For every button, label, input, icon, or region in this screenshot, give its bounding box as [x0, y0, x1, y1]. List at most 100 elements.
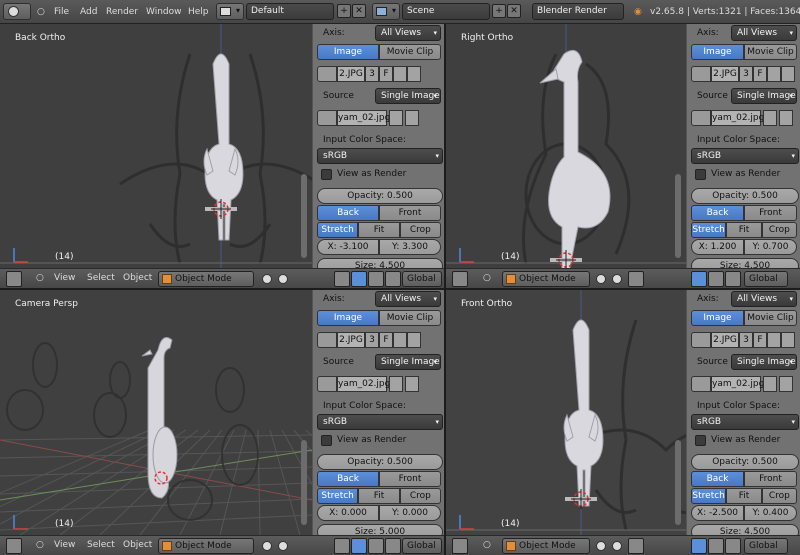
- view-as-render-checkbox[interactable]: [321, 169, 332, 180]
- offset-x-field[interactable]: X: 1.200: [691, 239, 744, 255]
- color-space-select[interactable]: sRGB ▾: [317, 148, 443, 164]
- fit-toggle[interactable]: Fit: [358, 222, 400, 238]
- viewport-scrollbar[interactable]: [675, 440, 681, 525]
- viewport-3d[interactable]: Back Ortho (14): [0, 24, 312, 268]
- menu-object[interactable]: Object: [123, 273, 152, 283]
- viewport-scene[interactable]: [0, 290, 312, 535]
- offset-x-field[interactable]: X: -2.500: [691, 505, 744, 521]
- back-toggle[interactable]: Back: [317, 205, 379, 221]
- image-users-count[interactable]: 3: [739, 66, 753, 82]
- viewport-scrollbar[interactable]: [301, 174, 307, 258]
- unlink-icon[interactable]: [781, 66, 795, 82]
- front-toggle[interactable]: Front: [379, 471, 441, 487]
- translate-icon[interactable]: [351, 538, 367, 554]
- unlink-icon[interactable]: [781, 332, 795, 348]
- movie-clip-tab[interactable]: Movie Clip: [379, 44, 441, 60]
- viewport-shading-icon[interactable]: [262, 274, 272, 284]
- stretch-toggle[interactable]: Stretch: [691, 488, 727, 504]
- color-space-select[interactable]: sRGB ▾: [691, 148, 799, 164]
- viewport-shading-icon[interactable]: [596, 541, 606, 551]
- offset-x-field[interactable]: X: 0.000: [317, 505, 379, 521]
- translate-icon[interactable]: [351, 271, 367, 287]
- fit-toggle[interactable]: Fit: [726, 488, 762, 504]
- viewport-3d[interactable]: Right Ortho (14): [446, 24, 686, 268]
- crop-toggle[interactable]: Crop: [399, 222, 441, 238]
- axis-select[interactable]: All Views ▾: [731, 25, 797, 41]
- scale-icon[interactable]: [385, 271, 401, 287]
- front-toggle[interactable]: Front: [744, 471, 797, 487]
- file-browse-icon[interactable]: [763, 110, 777, 126]
- unlink-icon[interactable]: [407, 66, 421, 82]
- orientation-select[interactable]: Global: [744, 538, 788, 554]
- image-name-field[interactable]: 2.JPG: [337, 332, 365, 348]
- file-browse-icon[interactable]: [389, 376, 403, 392]
- source-select[interactable]: Single Image ▾: [731, 88, 797, 104]
- file-browse-icon[interactable]: [389, 110, 403, 126]
- reload-icon[interactable]: [405, 110, 419, 126]
- remove-layout-button[interactable]: ✕: [352, 4, 366, 18]
- filepath-field[interactable]: yam_02.jpg: [337, 110, 390, 126]
- scene-icon[interactable]: ▾: [372, 3, 400, 20]
- remove-scene-button[interactable]: ✕: [507, 4, 521, 18]
- image-browse-icon[interactable]: [317, 332, 337, 348]
- circle-icon[interactable]: ○: [37, 4, 45, 20]
- rotate-icon[interactable]: [368, 538, 384, 554]
- image-name-field[interactable]: 2.JPG: [711, 66, 739, 82]
- image-tab[interactable]: Image: [317, 310, 379, 326]
- view-as-render-checkbox[interactable]: [695, 169, 706, 180]
- rotate-icon[interactable]: [708, 538, 724, 554]
- reload-icon[interactable]: [779, 110, 793, 126]
- pivot-icon[interactable]: [612, 274, 622, 284]
- orientation-select[interactable]: Global: [402, 538, 442, 554]
- source-select[interactable]: Single Image ▾: [375, 88, 441, 104]
- stretch-toggle[interactable]: Stretch: [317, 222, 359, 238]
- menu-add[interactable]: Add: [80, 4, 97, 20]
- manipulator-icon[interactable]: [628, 271, 644, 287]
- object-mode-select[interactable]: Object Mode: [158, 271, 254, 287]
- source-select[interactable]: Single Image ▾: [731, 354, 797, 370]
- file-browse-icon[interactable]: [763, 376, 777, 392]
- editor-type-button[interactable]: [6, 538, 22, 554]
- back-toggle[interactable]: Back: [691, 205, 744, 221]
- front-toggle[interactable]: Front: [744, 205, 797, 221]
- image-tab[interactable]: Image: [691, 310, 744, 326]
- editor-type-button[interactable]: [6, 271, 22, 287]
- menu-render[interactable]: Render: [106, 4, 138, 20]
- menu-window[interactable]: Window: [146, 4, 182, 20]
- scale-icon[interactable]: [725, 538, 741, 554]
- back-toggle[interactable]: Back: [317, 471, 379, 487]
- viewport-3d[interactable]: Front Ortho (14): [446, 290, 686, 535]
- fake-user-button[interactable]: F: [753, 332, 767, 348]
- image-users-count[interactable]: 3: [739, 332, 753, 348]
- menu-object[interactable]: Object: [123, 540, 152, 550]
- folder-icon[interactable]: [767, 66, 781, 82]
- image-browse-icon[interactable]: [691, 66, 711, 82]
- axis-select[interactable]: All Views ▾: [375, 25, 441, 41]
- unlink-icon[interactable]: [407, 332, 421, 348]
- orientation-select[interactable]: Global: [744, 271, 788, 287]
- viewport-scene[interactable]: [0, 24, 312, 268]
- filepath-field[interactable]: yam_02.jpg: [711, 110, 764, 126]
- folder-icon[interactable]: [767, 332, 781, 348]
- manipulator-icon[interactable]: [628, 538, 644, 554]
- menu-file[interactable]: File: [54, 4, 69, 20]
- fake-user-button[interactable]: F: [379, 332, 393, 348]
- viewport-scene[interactable]: [446, 290, 686, 535]
- rotate-icon[interactable]: [368, 271, 384, 287]
- fake-user-button[interactable]: F: [379, 66, 393, 82]
- crop-toggle[interactable]: Crop: [761, 222, 797, 238]
- image-name-field[interactable]: 2.JPG: [337, 66, 365, 82]
- circle-icon[interactable]: ○: [36, 273, 44, 283]
- viewport-scrollbar[interactable]: [301, 440, 307, 525]
- folder-icon[interactable]: [393, 66, 407, 82]
- menu-select[interactable]: Select: [87, 540, 115, 550]
- opacity-slider[interactable]: Opacity: 0.500: [691, 454, 799, 470]
- manipulator-icon[interactable]: [334, 538, 350, 554]
- fake-user-button[interactable]: F: [753, 66, 767, 82]
- image-browse-icon[interactable]: [317, 66, 337, 82]
- circle-icon[interactable]: ○: [483, 273, 491, 283]
- fit-toggle[interactable]: Fit: [726, 222, 762, 238]
- editor-type-button[interactable]: [3, 3, 31, 20]
- reload-icon[interactable]: [779, 376, 793, 392]
- back-toggle[interactable]: Back: [691, 471, 744, 487]
